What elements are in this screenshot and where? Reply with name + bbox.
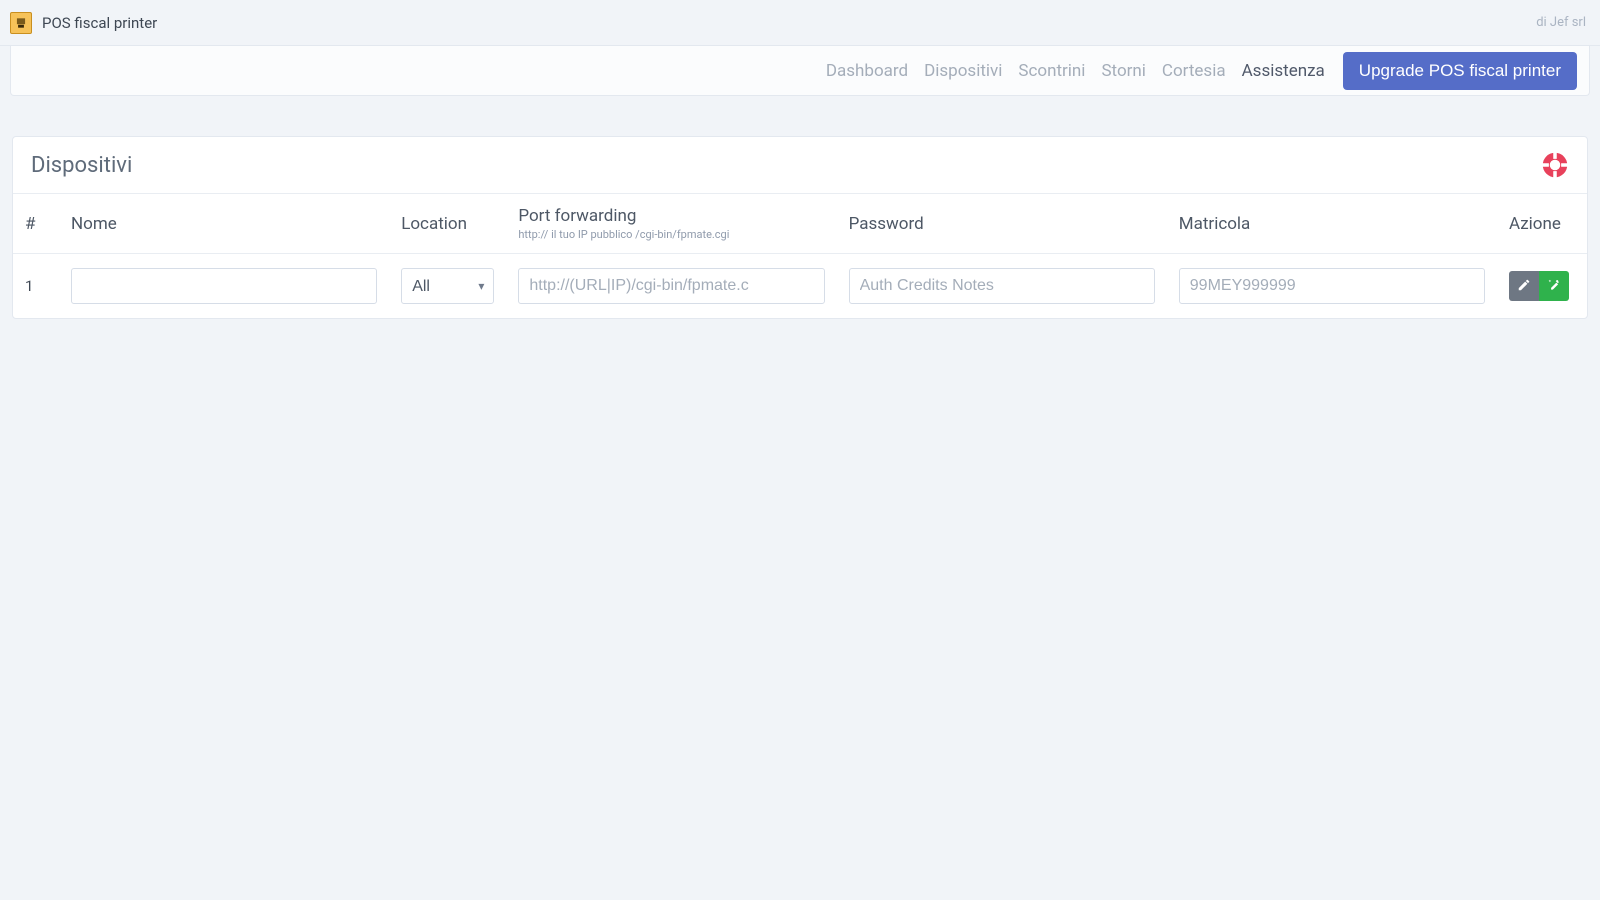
pencil-icon	[1517, 278, 1531, 295]
dispositivi-card: Dispositivi # Nome Location Port forward…	[12, 136, 1588, 319]
navbar: Dashboard Dispositivi Scontrini Storni C…	[10, 46, 1590, 96]
app-icon	[10, 12, 32, 34]
th-nome: Nome	[59, 194, 389, 254]
help-lifesaver-icon[interactable]	[1541, 151, 1569, 179]
nav-links: Dashboard Dispositivi Scontrini Storni C…	[826, 61, 1325, 81]
cell-nome	[59, 254, 389, 319]
cell-matricola	[1167, 254, 1497, 319]
location-select[interactable]: All	[401, 268, 494, 304]
matricola-input[interactable]	[1179, 268, 1485, 304]
magic-pencil-icon	[1547, 278, 1561, 295]
nav-dispositivi[interactable]: Dispositivi	[924, 61, 1002, 81]
nav-storni[interactable]: Storni	[1101, 61, 1145, 81]
nav-cortesia[interactable]: Cortesia	[1162, 61, 1226, 81]
nav-assistenza[interactable]: Assistenza	[1242, 61, 1325, 81]
cell-password	[837, 254, 1167, 319]
th-port-label: Port forwarding	[518, 206, 636, 226]
nav-scontrini[interactable]: Scontrini	[1018, 61, 1085, 81]
titlebar: POS fiscal printer di Jef srl	[0, 0, 1600, 46]
th-port: Port forwarding http:// il tuo IP pubbli…	[506, 194, 836, 254]
nav-dashboard[interactable]: Dashboard	[826, 61, 908, 81]
table-row: 1 All	[13, 254, 1587, 319]
th-azione: Azione	[1497, 194, 1587, 254]
th-port-sub: http:// il tuo IP pubblico /cgi-bin/fpma…	[518, 228, 824, 241]
password-input[interactable]	[849, 268, 1155, 304]
th-index: #	[13, 194, 59, 254]
th-password: Password	[837, 194, 1167, 254]
cell-port	[506, 254, 836, 319]
app-title: POS fiscal printer	[42, 14, 157, 32]
cell-azione	[1497, 254, 1587, 319]
port-input[interactable]	[518, 268, 824, 304]
th-location: Location	[389, 194, 506, 254]
vendor-label: di Jef srl	[1536, 15, 1586, 30]
devices-table: # Nome Location Port forwarding http:// …	[13, 193, 1587, 318]
cell-location: All	[389, 254, 506, 319]
table-header-row: # Nome Location Port forwarding http:// …	[13, 194, 1587, 254]
edit-button[interactable]	[1509, 271, 1539, 301]
save-button[interactable]	[1539, 271, 1569, 301]
th-matricola: Matricola	[1167, 194, 1497, 254]
card-title: Dispositivi	[31, 153, 132, 178]
upgrade-button[interactable]: Upgrade POS fiscal printer	[1343, 52, 1577, 90]
nome-input[interactable]	[71, 268, 377, 304]
cell-index: 1	[13, 254, 59, 319]
